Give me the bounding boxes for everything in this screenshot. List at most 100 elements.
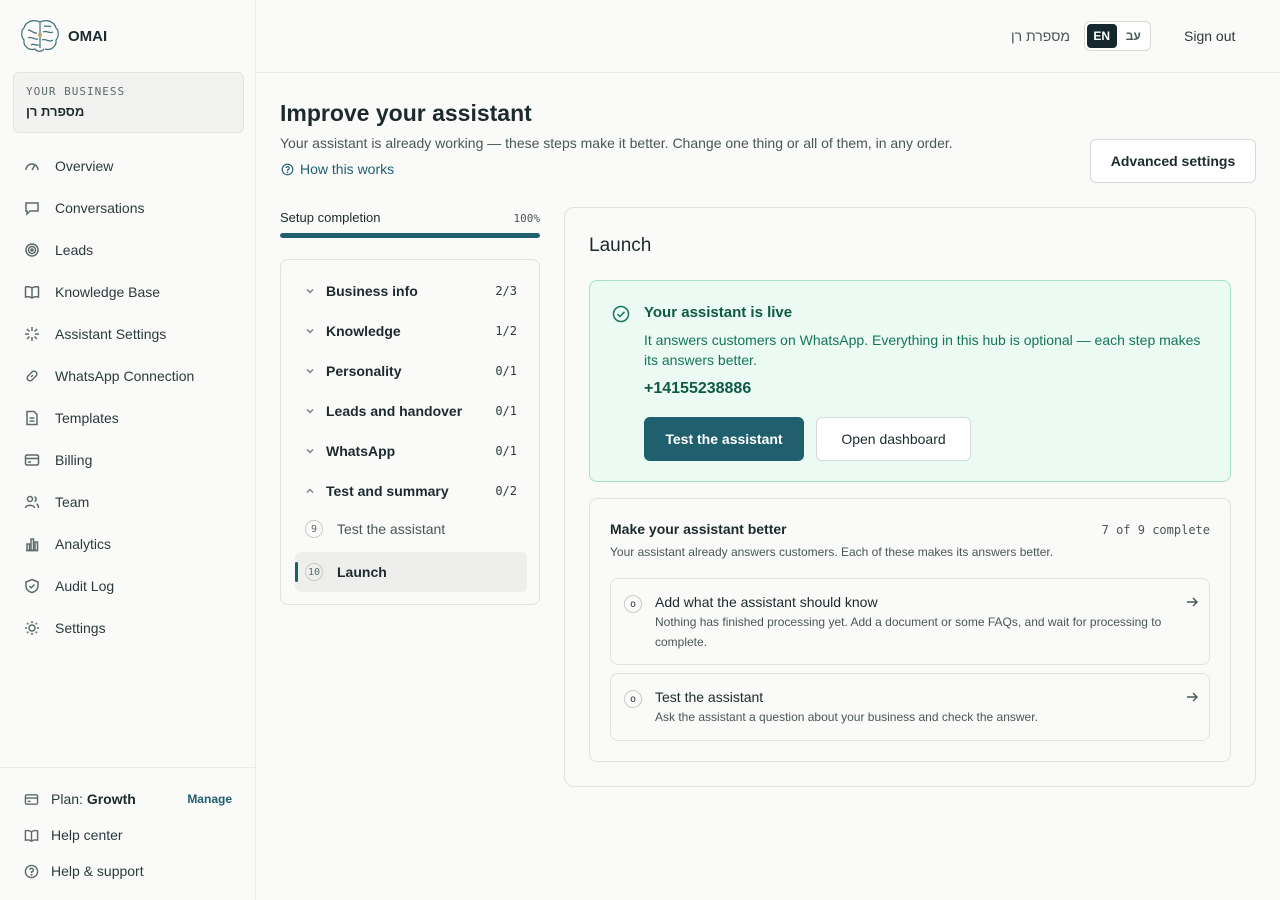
page-subtitle: Your assistant is already working — thes… (280, 135, 953, 151)
business-label: YOUR BUSINESS (26, 85, 126, 98)
help-support-label: Help & support (51, 863, 144, 879)
task-description: Ask the assistant a question about your … (655, 710, 1038, 724)
setup-completion-label: Setup completion (280, 210, 381, 225)
live-description: It answers customers on WhatsApp. Everyt… (644, 332, 1201, 368)
help-center-label: Help center (51, 827, 123, 843)
sparkle-icon (25, 327, 39, 341)
substep-label: Launch (337, 564, 387, 580)
credit-card-icon (24, 793, 39, 805)
how-this-works-link[interactable]: How this works (281, 161, 394, 177)
book-icon (24, 829, 39, 842)
task-title: Test the assistant (655, 689, 764, 705)
whatsapp-phone-number: +14155238886 (644, 380, 752, 397)
sidebar-item-conversations[interactable]: Conversations (24, 187, 244, 229)
sidebar-item-label: Templates (55, 410, 119, 426)
sidebar-item-overview[interactable]: Overview (24, 145, 244, 187)
task-status-marker: o (624, 595, 642, 613)
step-business-info[interactable]: Business info 2/3 (305, 281, 517, 301)
sidebar-item-team[interactable]: Team (24, 481, 244, 523)
lang-en-button[interactable]: EN (1087, 24, 1117, 48)
advanced-settings-button[interactable]: Advanced settings (1090, 139, 1256, 183)
sidebar-item-settings[interactable]: Settings (24, 607, 244, 649)
sidebar-item-whatsapp-connection[interactable]: WhatsApp Connection (24, 355, 244, 397)
users-icon (24, 495, 40, 509)
step-leads-and-handover[interactable]: Leads and handover 0/1 (305, 401, 517, 421)
step-count: 0/1 (495, 444, 517, 458)
sidebar-item-analytics[interactable]: Analytics (24, 523, 244, 565)
task-title: Add what the assistant should know (655, 594, 878, 610)
test-assistant-button[interactable]: Test the assistant (644, 417, 804, 461)
topbar-business-name: מספרת רן (1011, 28, 1070, 44)
step-name: Personality (326, 363, 402, 379)
setup-completion-percent: 100% (513, 212, 541, 225)
substep-number: 9 (305, 520, 323, 538)
sidebar-item-audit-log[interactable]: Audit Log (24, 565, 244, 607)
brain-logo-icon (21, 20, 59, 52)
how-this-works-label: How this works (300, 161, 395, 177)
top-bar: מספרת רן EN עב Sign out (256, 0, 1280, 73)
sidebar-item-templates[interactable]: Templates (24, 397, 244, 439)
step-count: 1/2 (495, 324, 517, 338)
step-count: 0/1 (495, 404, 517, 418)
sidebar-item-knowledge-base[interactable]: Knowledge Base (24, 271, 244, 313)
step-name: Leads and handover (326, 403, 463, 419)
step-name: WhatsApp (326, 443, 396, 459)
substep-test-the-assistant[interactable]: 9 Test the assistant (295, 509, 527, 549)
setup-progress-bar (280, 233, 540, 238)
chat-bubble-icon (25, 202, 39, 216)
gauge-icon (25, 163, 39, 171)
language-switcher: EN עב (1084, 21, 1151, 51)
steps-list: Business info 2/3 Knowledge 1/2 Personal… (280, 259, 540, 605)
book-icon (24, 285, 40, 299)
step-name: Business info (326, 283, 418, 299)
sidebar-nav: Overview Conversations Leads Knowledge B… (24, 145, 244, 649)
step-count: 2/3 (495, 284, 517, 298)
chevron-down-icon (306, 288, 314, 294)
sidebar-item-label: Audit Log (55, 578, 115, 594)
check-circle-icon (612, 305, 630, 323)
bar-chart-icon (26, 538, 39, 552)
help-support-link[interactable]: Help & support (0, 853, 256, 889)
shield-icon (25, 578, 39, 594)
sidebar-item-leads[interactable]: Leads (24, 229, 244, 271)
credit-card-icon (24, 454, 40, 466)
lang-he-button[interactable]: עב (1119, 24, 1149, 48)
sidebar-item-label: Billing (55, 452, 93, 468)
document-icon (26, 410, 38, 426)
open-dashboard-button[interactable]: Open dashboard (816, 417, 971, 461)
substep-label: Test the assistant (337, 521, 446, 537)
business-name: מספרת רן (26, 104, 85, 119)
brand[interactable]: OMAI (20, 18, 107, 54)
help-center-link[interactable]: Help center (0, 817, 256, 853)
sidebar-item-label: Analytics (55, 536, 112, 552)
business-card[interactable]: YOUR BUSINESS מספרת רן (13, 72, 244, 133)
manage-plan-link[interactable]: Manage (187, 792, 232, 806)
step-test-and-summary[interactable]: Test and summary 0/2 (305, 481, 517, 501)
plan-value: Growth (86, 791, 136, 807)
sidebar-item-assistant-settings[interactable]: Assistant Settings (24, 313, 244, 355)
task-test-assistant[interactable]: o Test the assistant Ask the assistant a… (610, 673, 1210, 741)
setup-progress-fill (280, 233, 540, 238)
improvements-count: 7 of 9 complete (1101, 523, 1210, 537)
live-title: Your assistant is live (644, 304, 793, 321)
chevron-down-icon (306, 328, 314, 334)
target-icon (25, 243, 39, 257)
plan-label: Plan: (51, 791, 83, 807)
step-personality[interactable]: Personality 0/1 (305, 361, 517, 381)
plan-row: Plan: Growth Manage (0, 781, 256, 817)
substep-launch[interactable]: 10 Launch (295, 552, 527, 592)
step-whatsapp[interactable]: WhatsApp 0/1 (305, 441, 517, 461)
chevron-up-icon (306, 488, 314, 494)
sidebar-item-label: Knowledge Base (55, 284, 161, 300)
page-title: Improve your assistant (280, 100, 532, 126)
sign-out-button[interactable]: Sign out (1184, 28, 1235, 44)
substep-number: 10 (305, 563, 323, 581)
sidebar-item-label: WhatsApp Connection (55, 368, 195, 384)
brand-name: OMAI (68, 27, 108, 45)
step-knowledge[interactable]: Knowledge 1/2 (305, 321, 517, 341)
step-count: 0/2 (495, 484, 517, 498)
sidebar-item-label: Team (55, 494, 90, 510)
sidebar-item-label: Settings (55, 620, 106, 636)
sidebar-item-billing[interactable]: Billing (24, 439, 244, 481)
task-add-knowledge[interactable]: o Add what the assistant should know Not… (610, 578, 1210, 665)
